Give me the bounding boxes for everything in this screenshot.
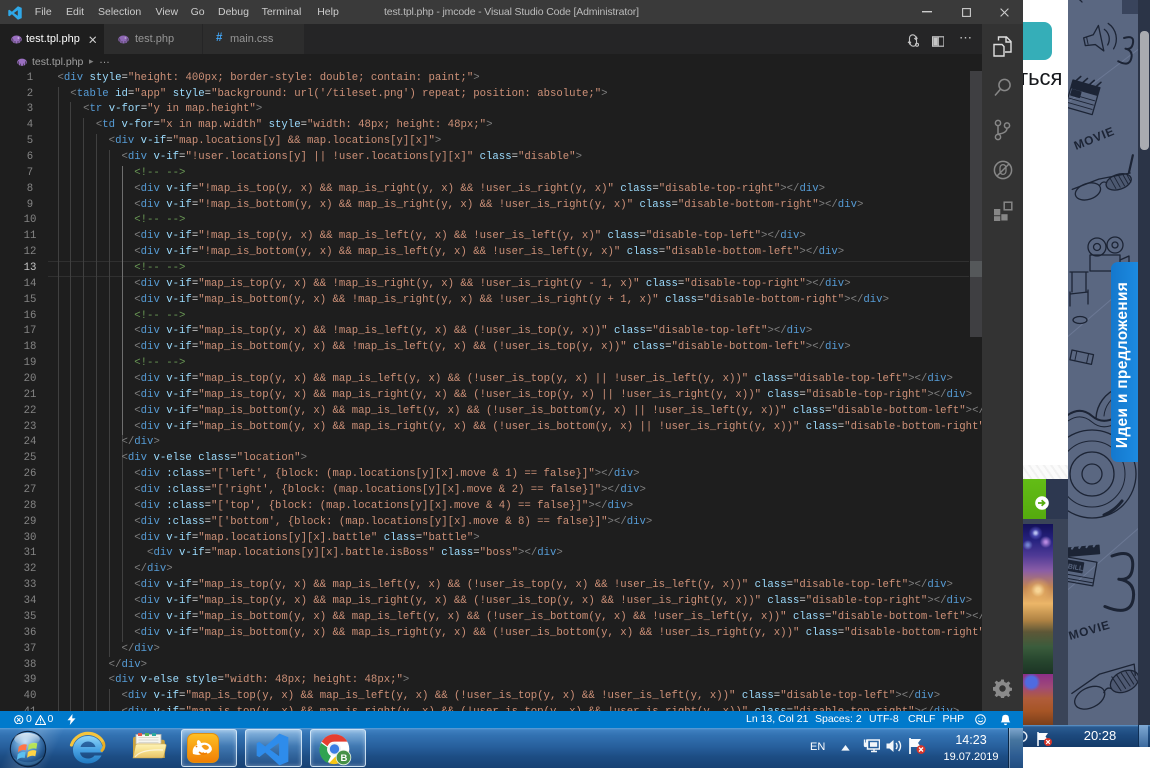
svg-text:BILL: BILL <box>1068 563 1084 573</box>
svg-text:MOVIE: MOVIE <box>1072 124 1117 153</box>
svg-text:B: B <box>341 753 348 764</box>
svg-text:MOVIE: MOVIE <box>1068 618 1112 643</box>
